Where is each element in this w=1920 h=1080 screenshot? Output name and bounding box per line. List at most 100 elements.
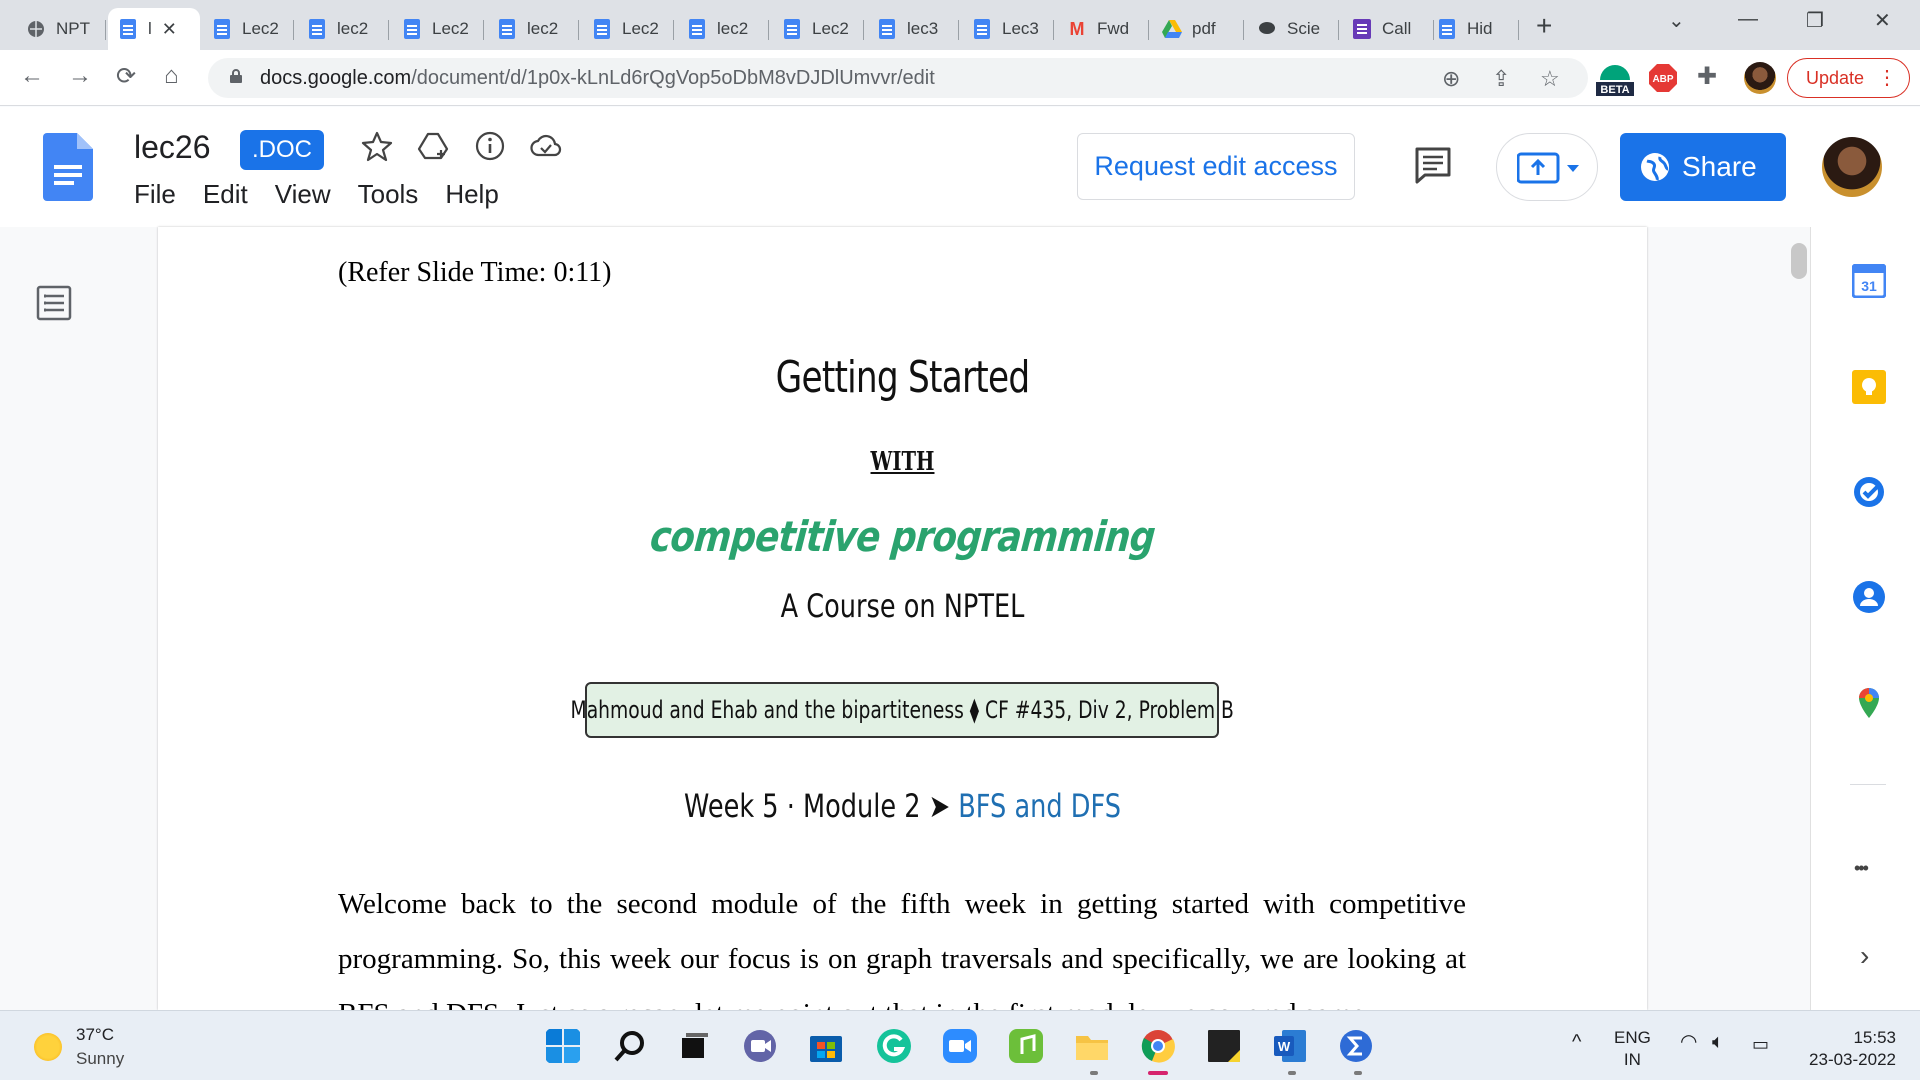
- tab-active-doc[interactable]: l ✕: [108, 8, 200, 50]
- teams-chat-icon[interactable]: [742, 1028, 778, 1064]
- windows-start-icon[interactable]: [545, 1028, 581, 1064]
- chrome-icon[interactable]: [1140, 1028, 1176, 1064]
- kebab-menu-icon[interactable]: ⋮: [1877, 65, 1897, 90]
- tab-doc[interactable]: lec2: [487, 8, 579, 50]
- tab-doc[interactable]: Lec2: [392, 8, 484, 50]
- tab-doc[interactable]: Lec2: [202, 8, 294, 50]
- more-dots-icon[interactable]: •••: [1854, 858, 1869, 879]
- docs-icon: [1437, 19, 1457, 39]
- restore-button[interactable]: ❐: [1806, 8, 1824, 33]
- tab-doc[interactable]: Lec2: [582, 8, 674, 50]
- contacts-icon[interactable]: [1852, 580, 1886, 614]
- add-to-drive-icon[interactable]: [417, 130, 449, 162]
- menu-tools[interactable]: Tools: [358, 179, 419, 210]
- tasks-icon[interactable]: [1852, 475, 1886, 509]
- zoom-icon[interactable]: ⊕: [1442, 66, 1460, 92]
- tab-doc[interactable]: lec2: [297, 8, 389, 50]
- back-arrow-icon[interactable]: ←: [20, 62, 44, 90]
- new-tab-button[interactable]: +: [1536, 10, 1552, 42]
- forms-icon: [1352, 19, 1372, 39]
- file-explorer-icon[interactable]: [1074, 1028, 1110, 1064]
- refer-slide-time: (Refer Slide Time: 0:11): [338, 257, 612, 288]
- menu-file[interactable]: File: [134, 179, 176, 210]
- weather-temperature[interactable]: 37°C: [76, 1025, 114, 1045]
- volume-icon[interactable]: 🔈︎: [1712, 1031, 1724, 1053]
- share-button[interactable]: Share: [1620, 133, 1786, 201]
- microsoft-store-icon[interactable]: [808, 1028, 844, 1064]
- tab-doc[interactable]: lec3: [867, 8, 959, 50]
- tab-gmail[interactable]: M Fwd: [1057, 8, 1149, 50]
- reload-icon[interactable]: ⟳: [116, 62, 136, 91]
- address-bar[interactable]: docs.google.com/document/d/1p0x-kLnLd6rQ…: [208, 58, 1588, 98]
- cloud-saved-icon[interactable]: [530, 130, 562, 162]
- present-button[interactable]: [1496, 133, 1598, 201]
- tab-npt[interactable]: NPT: [16, 8, 106, 50]
- scrollbar-thumb[interactable]: [1791, 243, 1807, 279]
- profile-avatar[interactable]: [1744, 62, 1776, 94]
- clock[interactable]: 15:53 23-03-2022: [1796, 1027, 1896, 1071]
- document-page[interactable]: (Refer Slide Time: 0:11) Getting Started…: [158, 227, 1647, 1010]
- slide-week-module: Week 5 · Module 2 ➤ BFS and DFS: [307, 787, 1498, 825]
- star-icon[interactable]: [361, 130, 393, 162]
- comment-history-icon[interactable]: [1413, 145, 1453, 185]
- share-page-icon[interactable]: ⇪: [1492, 66, 1510, 92]
- document-outline-icon[interactable]: [36, 285, 72, 321]
- wifi-icon[interactable]: ◠: [1680, 1031, 1697, 1053]
- minimize-button[interactable]: —: [1738, 8, 1758, 31]
- forward-arrow-icon[interactable]: →: [68, 62, 92, 90]
- tab-doc[interactable]: Hid: [1427, 8, 1519, 50]
- svg-text:31: 31: [1861, 278, 1877, 294]
- tab-forms[interactable]: Call: [1342, 8, 1434, 50]
- sigma-app-icon[interactable]: [1338, 1028, 1374, 1064]
- home-icon[interactable]: ⌂: [164, 62, 179, 90]
- docs-icon: [212, 19, 232, 39]
- request-edit-access-button[interactable]: Request edit access: [1077, 133, 1355, 200]
- google-docs-logo-icon[interactable]: [43, 133, 93, 201]
- update-button[interactable]: Update ⋮: [1787, 58, 1910, 98]
- document-title[interactable]: lec26: [134, 129, 211, 166]
- sticky-notes-icon[interactable]: [1206, 1028, 1242, 1064]
- svg-text:ABP: ABP: [1652, 74, 1673, 85]
- tab-search-chevron-icon[interactable]: ⌄: [1668, 8, 1685, 33]
- tab-doc[interactable]: Lec3: [962, 8, 1054, 50]
- maps-icon[interactable]: [1852, 686, 1886, 720]
- adblock-icon[interactable]: ABP: [1649, 64, 1677, 92]
- show-hidden-icons-chevron-icon[interactable]: ^: [1572, 1031, 1581, 1053]
- slide-title: Getting Started: [775, 352, 1030, 403]
- slide-topic: BFS and DFS: [958, 787, 1121, 825]
- tab-chat[interactable]: Scie: [1247, 8, 1339, 50]
- word-icon[interactable]: W: [1272, 1028, 1308, 1064]
- close-window-button[interactable]: ✕: [1874, 8, 1891, 33]
- calendar-icon[interactable]: 31: [1852, 264, 1886, 298]
- extensions-puzzle-icon[interactable]: ✚: [1697, 62, 1717, 91]
- menu-help[interactable]: Help: [445, 179, 498, 210]
- menu-bar: File Edit View Tools Help: [134, 179, 499, 210]
- search-icon[interactable]: [612, 1028, 648, 1064]
- info-icon[interactable]: [474, 130, 506, 162]
- language-indicator[interactable]: ENG IN: [1614, 1027, 1651, 1071]
- zoom-meeting-icon[interactable]: [942, 1028, 978, 1064]
- grammarly-icon[interactable]: [876, 1028, 912, 1064]
- music-app-icon[interactable]: [1008, 1028, 1044, 1064]
- running-indicator: [1148, 1071, 1168, 1075]
- beta-extension-icon[interactable]: BETA: [1594, 56, 1636, 100]
- side-panel-divider: [1850, 784, 1886, 785]
- docs-icon: [687, 19, 707, 39]
- sun-icon[interactable]: [34, 1033, 62, 1061]
- close-tab-icon[interactable]: ✕: [162, 19, 177, 40]
- tab-drive[interactable]: pdf: [1152, 8, 1244, 50]
- docs-icon: [307, 19, 327, 39]
- menu-view[interactable]: View: [275, 179, 331, 210]
- battery-icon[interactable]: ▭: [1752, 1033, 1769, 1055]
- docs-icon: [118, 19, 138, 39]
- bookmark-star-icon[interactable]: ☆: [1540, 66, 1560, 92]
- expand-panel-chevron-icon[interactable]: ›: [1860, 940, 1869, 972]
- weather-description[interactable]: Sunny: [76, 1049, 124, 1069]
- task-view-icon[interactable]: [676, 1028, 712, 1064]
- slide-with: WITH: [870, 447, 935, 477]
- keep-icon[interactable]: [1852, 370, 1886, 404]
- account-avatar[interactable]: [1822, 137, 1882, 197]
- menu-edit[interactable]: Edit: [203, 179, 248, 210]
- tab-doc[interactable]: lec2: [677, 8, 769, 50]
- tab-doc[interactable]: Lec2: [772, 8, 864, 50]
